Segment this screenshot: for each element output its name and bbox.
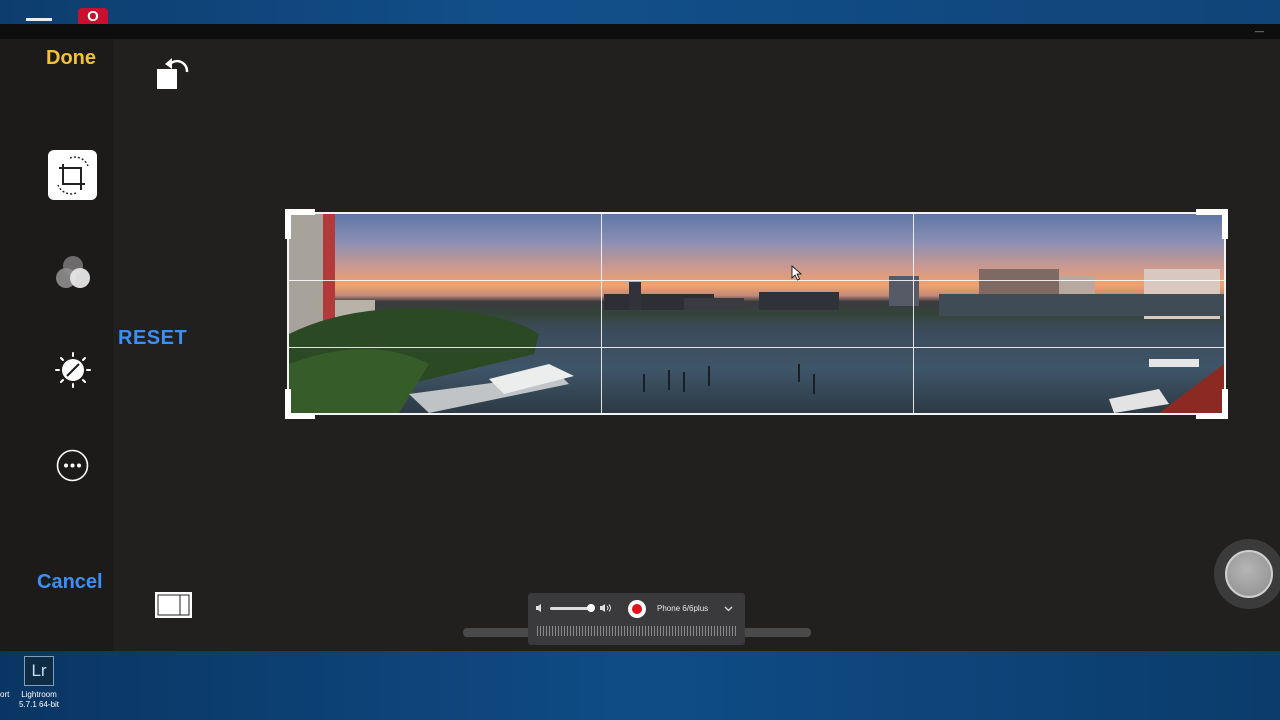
volume-slider[interactable]: [550, 607, 592, 610]
cut-off-label: ort: [0, 690, 10, 699]
volume-slider-knob[interactable]: [587, 604, 595, 612]
lightroom-icon[interactable]: Lr: [24, 656, 54, 686]
crop-handle-bottom-left-v[interactable]: [285, 389, 291, 419]
window-titlebar: —: [0, 24, 1280, 39]
grid-line-horizontal-1: [289, 280, 1224, 281]
chevron-down-icon[interactable]: [724, 604, 733, 613]
lightroom-name: Lightroom: [21, 690, 57, 699]
menu-bar-icon: [26, 18, 52, 21]
lightroom-version: 5.7.1 64-bit: [18, 700, 60, 709]
cancel-button[interactable]: Cancel: [37, 571, 103, 594]
opera-icon[interactable]: O: [78, 8, 108, 25]
record-button[interactable]: [628, 600, 646, 618]
grid-line-vertical-1: [601, 214, 602, 413]
filters-icon[interactable]: [54, 253, 92, 293]
more-icon[interactable]: [56, 449, 89, 482]
crop-handle-top-right-v[interactable]: [1222, 209, 1228, 239]
volume-high-icon: [600, 604, 611, 612]
reset-button[interactable]: RESET: [118, 327, 187, 350]
mouse-pointer-icon: [791, 265, 803, 286]
recording-device-label[interactable]: Phone 6/6plus: [657, 604, 708, 613]
crop-handle-top-left-v[interactable]: [285, 209, 291, 239]
crop-rotate-icon[interactable]: [48, 150, 97, 200]
desktop-top-strip: O: [0, 0, 1280, 25]
assistive-touch-button[interactable]: [1214, 539, 1280, 609]
lightroom-label: Lightroom 5.7.1 64-bit: [14, 690, 64, 710]
minimize-icon[interactable]: —: [1255, 26, 1264, 36]
crop-handle-bottom-right-v[interactable]: [1222, 389, 1228, 419]
rotate-icon[interactable]: [154, 52, 192, 92]
done-button[interactable]: Done: [46, 47, 96, 70]
audio-level-meter: [537, 626, 737, 636]
grid-line-horizontal-2: [289, 347, 1224, 348]
screen-recorder-panel: Phone 6/6plus: [528, 593, 745, 645]
desktop-taskbar: Lr Lightroom 5.7.1 64-bit ort: [0, 651, 1280, 720]
adjust-icon[interactable]: [54, 351, 92, 389]
volume-low-icon: [536, 604, 541, 612]
grid-line-vertical-2: [913, 214, 914, 413]
tool-sidebar: [0, 39, 113, 651]
aspect-ratio-icon[interactable]: [154, 590, 194, 620]
crop-frame[interactable]: [287, 212, 1226, 415]
